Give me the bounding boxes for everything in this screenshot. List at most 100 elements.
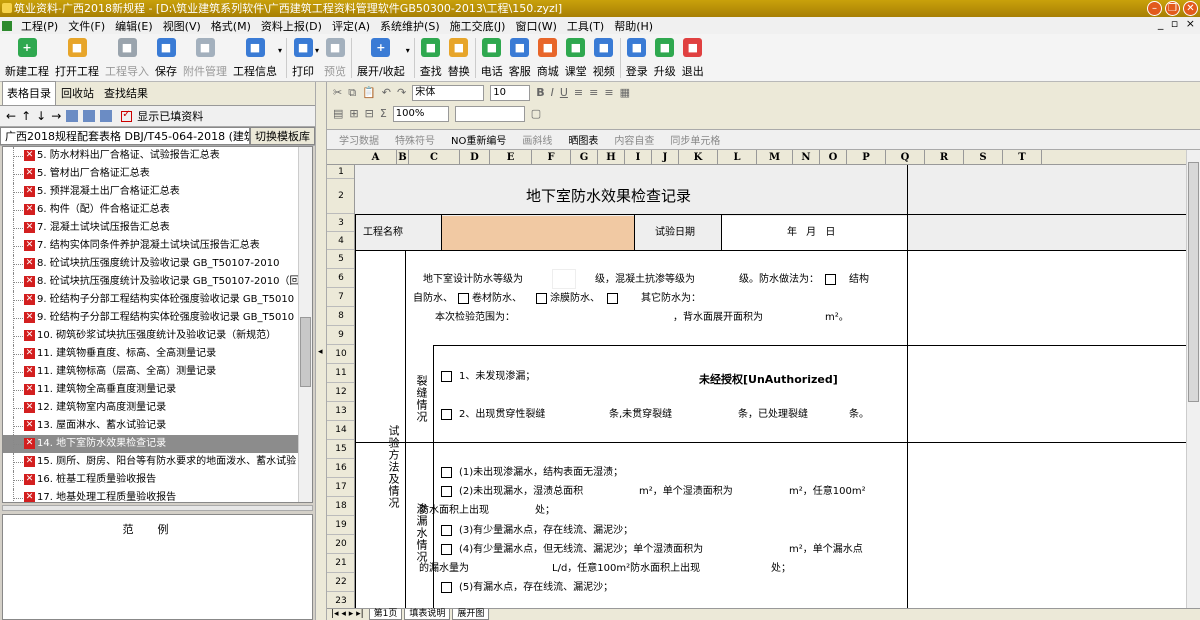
ext-button[interactable]: NO重新编号 (451, 132, 506, 147)
row-header[interactable]: 2 (327, 179, 354, 214)
form-grid[interactable]: 地下室防水效果检查记录 工程名称 试验日期 年 月 日 地下室设计防水等级为 级… (355, 165, 1200, 608)
checkbox[interactable] (825, 274, 836, 285)
toolbar-button-expand[interactable]: + 展开/收起 (354, 34, 408, 82)
column-header[interactable]: L (718, 150, 757, 165)
checkbox[interactable] (441, 582, 452, 593)
vertical-splitter[interactable]: ◂ (315, 82, 327, 620)
checkbox[interactable] (458, 293, 469, 304)
column-header[interactable]: C (409, 150, 460, 165)
tree-item[interactable]: ✕ 5. 管材出厂合格证汇总表 (3, 165, 312, 183)
column-header[interactable]: E (490, 150, 532, 165)
row-header[interactable]: 22 (327, 573, 354, 592)
panel-splitter[interactable] (2, 505, 313, 511)
tree-item[interactable]: ✕ 7. 混凝土试块试压报告汇总表 (3, 219, 312, 237)
line-style-select[interactable] (454, 105, 525, 122)
sum-icon[interactable]: Σ (380, 107, 387, 120)
ext-button[interactable]: 特殊符号 (395, 132, 435, 147)
checkbox[interactable] (441, 525, 452, 536)
ext-button[interactable]: 同步单元格 (670, 132, 720, 147)
toolbar-button-search[interactable]: ■ 查找 (417, 34, 445, 82)
up-icon[interactable]: ↑ (21, 109, 31, 123)
table-icon[interactable] (66, 110, 79, 122)
row-header[interactable]: 13 (327, 402, 354, 421)
input-field[interactable] (552, 269, 576, 289)
tab-0[interactable]: 表格目录 (2, 81, 56, 105)
column-header[interactable]: O (820, 150, 847, 165)
tree-item[interactable]: ✕ 8. 砼试块抗压强度统计及验收记录 GB_T50107-2010 (3, 255, 312, 273)
menu-item[interactable]: 编辑(E) (110, 18, 158, 34)
font-select[interactable]: 宋体 (412, 84, 485, 101)
paste-icon[interactable]: 📋 (362, 86, 376, 99)
column-header[interactable]: R (925, 150, 964, 165)
row-header[interactable]: 9 (327, 326, 354, 345)
toolbar-button-info[interactable]: ■ 工程信息 (230, 34, 280, 82)
checkbox[interactable] (607, 293, 618, 304)
column-header[interactable]: T (1003, 150, 1042, 165)
delete-row-icon[interactable]: ⊟ (365, 107, 374, 120)
menu-item[interactable]: 工具(T) (562, 18, 609, 34)
row-header[interactable]: 20 (327, 535, 354, 554)
tree-item[interactable]: ✕ 14. 地下室防水效果检查记录 (3, 435, 312, 453)
dropdown-arrow-icon[interactable]: ▾ (278, 46, 282, 55)
ext-button[interactable]: 内容自查 (614, 132, 654, 147)
column-header[interactable]: G (571, 150, 598, 165)
checkbox[interactable] (441, 544, 452, 555)
checkbox[interactable] (441, 371, 452, 382)
toolbar-button-print[interactable]: ■ 打印 (289, 34, 317, 82)
tab-2[interactable]: 查找结果 (99, 81, 153, 105)
row-header[interactable]: 7 (327, 288, 354, 307)
tree-item[interactable]: ✕ 5. 预拌混凝土出厂合格证汇总表 (3, 183, 312, 201)
row-header[interactable]: 11 (327, 364, 354, 383)
row-header[interactable]: 19 (327, 516, 354, 535)
tree-item[interactable]: ✕ 6. 构件（配）件合格证汇总表 (3, 201, 312, 219)
column-header[interactable]: H (598, 150, 625, 165)
checkbox[interactable] (441, 467, 452, 478)
ext-button[interactable]: 学习数据 (339, 132, 379, 147)
sheet-tab[interactable]: 展开图 (452, 609, 490, 620)
toolbar-button-replace[interactable]: ■ 替换 (445, 34, 473, 82)
checkbox[interactable] (441, 409, 452, 420)
redo-icon[interactable]: ↷ (397, 86, 406, 99)
row-header[interactable]: 6 (327, 269, 354, 288)
toolbar-button-plus[interactable]: + 新建工程 (2, 34, 52, 82)
insert-row-icon[interactable]: ⊞ (349, 107, 358, 120)
menu-item[interactable]: 评定(A) (327, 18, 375, 34)
row-header[interactable]: 23 (327, 592, 354, 608)
tree-item[interactable]: ✕ 10. 砌筑砂浆试块抗压强度统计及验收记录（新规范） (3, 327, 312, 345)
tree-item[interactable]: ✕ 11. 建筑物垂直度、标高、全高测量记录 (3, 345, 312, 363)
row-header[interactable]: 15 (327, 440, 354, 459)
menu-item[interactable]: 视图(V) (158, 18, 206, 34)
column-header[interactable]: I (625, 150, 652, 165)
toolbar-button-phone[interactable]: ■ 电话 (478, 34, 506, 82)
row-header[interactable]: 14 (327, 421, 354, 440)
toolbar-button-preview[interactable]: ■ 预览 (321, 34, 349, 82)
column-header[interactable]: N (793, 150, 820, 165)
scrollbar-thumb[interactable] (1188, 162, 1199, 402)
align-right-icon[interactable]: ≡ (604, 86, 613, 99)
sheet-scrollbar[interactable] (1186, 150, 1200, 608)
column-header[interactable]: F (532, 150, 571, 165)
toolbar-button-attachment[interactable]: ■ 附件管理 (180, 34, 230, 82)
toolbar-button-folder[interactable]: ■ 打开工程 (52, 34, 102, 82)
show-filled-checkbox[interactable] (121, 109, 133, 122)
toolbar-button-classroom[interactable]: ■ 课堂 (562, 34, 590, 82)
toolbar-button-service[interactable]: ■ 客服 (506, 34, 534, 82)
toolbar-button-upgrade[interactable]: ■ 升级 (651, 34, 679, 82)
column-header[interactable]: K (679, 150, 718, 165)
tab-nav-icon[interactable]: |◂ ◂ ▸ ▸| (331, 609, 364, 619)
undo-icon[interactable]: ↶ (382, 86, 391, 99)
tree-item[interactable]: ✕ 16. 桩基工程质量验收报告 (3, 471, 312, 489)
row-header[interactable]: 3 (327, 214, 354, 232)
menu-item[interactable]: 窗口(W) (510, 18, 561, 34)
project-name-field[interactable] (441, 216, 634, 250)
tree-item[interactable]: ✕ 8. 砼试块抗压强度统计及验收记录 GB_T50107-2010（回 (3, 273, 312, 291)
row-header[interactable]: 17 (327, 478, 354, 497)
restore-icon[interactable]: ❐ (1165, 1, 1180, 16)
column-header[interactable]: P (847, 150, 886, 165)
checkbox[interactable] (536, 293, 547, 304)
tree-item[interactable]: ✕ 11. 建筑物全高垂直度测量记录 (3, 381, 312, 399)
size-select[interactable]: 10 (490, 84, 531, 101)
switch-template-button[interactable]: 切换模板库 (250, 127, 315, 145)
toolbar-button-video[interactable]: ■ 视频 (590, 34, 618, 82)
column-header[interactable]: J (652, 150, 679, 165)
